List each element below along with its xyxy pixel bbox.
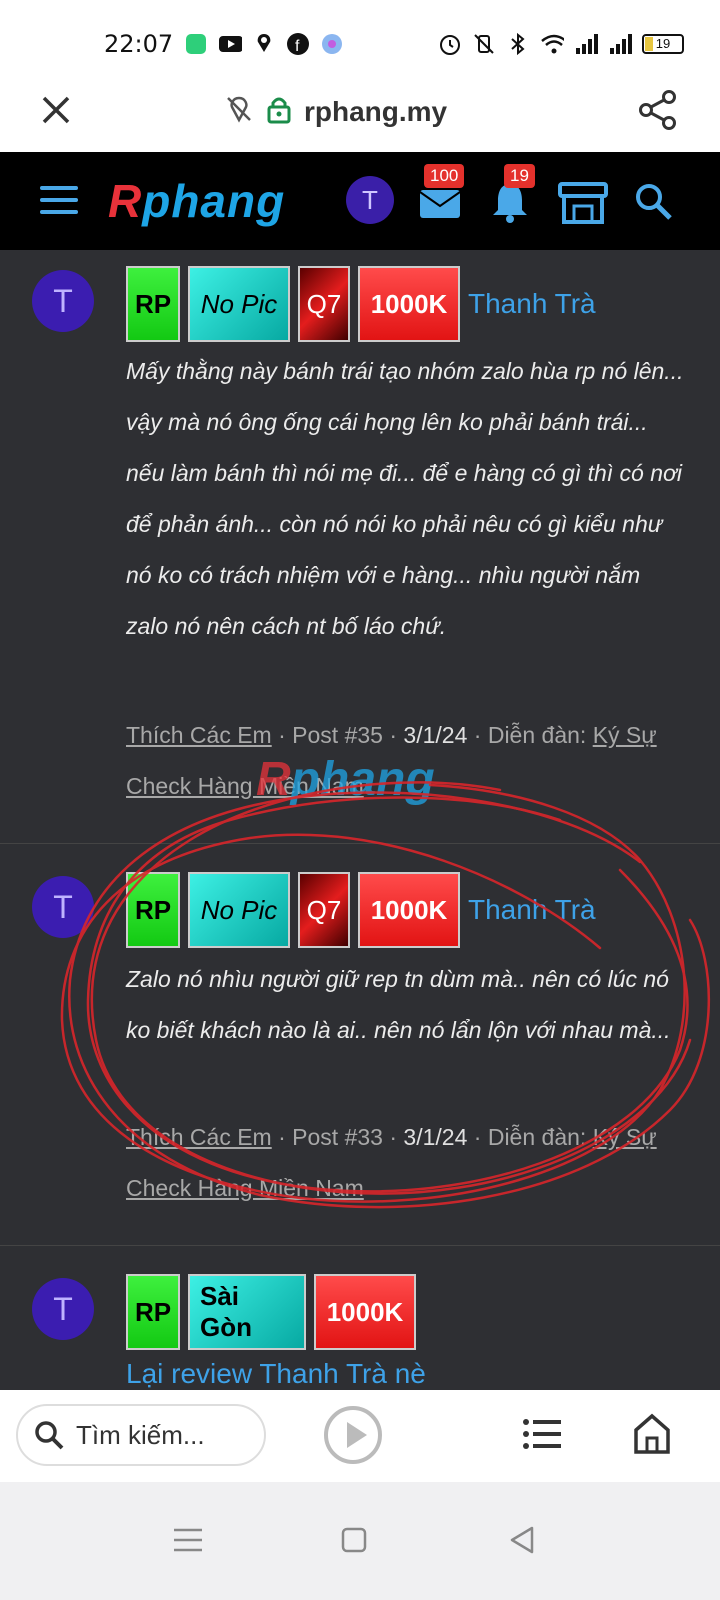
logo-text: phang — [142, 175, 286, 227]
tag-badge[interactable]: RP — [126, 266, 180, 342]
tag-badge[interactable]: 1000K — [358, 266, 460, 342]
status-left-icons: f — [184, 32, 344, 56]
notifications-button[interactable]: 19 — [488, 164, 535, 224]
watermark-text: phang — [290, 753, 435, 806]
watermark-letter: R — [256, 753, 291, 806]
avatar[interactable]: T — [32, 876, 94, 938]
app-icon — [184, 32, 208, 56]
list-item[interactable]: T RP Sài Gòn 1000K Lại review Thanh Trà … — [0, 1246, 720, 1390]
search-icon[interactable] — [632, 180, 676, 224]
avatar[interactable]: T — [32, 1278, 94, 1340]
browser-bottom-bar: Tìm kiếm... — [0, 1390, 720, 1482]
svg-text:f: f — [295, 38, 300, 55]
post-body: Mấy thằng này bánh trái tạo nhóm zalo hù… — [126, 358, 684, 639]
recent-apps-icon[interactable] — [168, 1520, 208, 1560]
signal-icon — [608, 32, 632, 56]
site-header: Rphang T 100 19 — [0, 152, 720, 250]
signal-icon — [574, 32, 598, 56]
home-icon[interactable] — [632, 1412, 672, 1456]
post-title-link[interactable]: Lại review Thanh Trà nè — [126, 1358, 426, 1390]
tag-badge[interactable]: Sài Gòn — [188, 1274, 306, 1350]
watermark-logo: Rphang — [256, 752, 435, 807]
tag-badge[interactable]: RP — [126, 872, 180, 948]
notifications-badge: 19 — [504, 164, 535, 188]
author-link[interactable]: Thích Các Em — [126, 722, 272, 748]
post-meta: Thích Các Em · Post #33 · 3/1/24 · Diễn … — [126, 1124, 657, 1201]
vibrate-icon — [472, 32, 496, 56]
system-nav-bar — [0, 1482, 720, 1600]
status-right-icons: 19 — [438, 32, 684, 56]
url-field[interactable]: rphang.my — [224, 94, 447, 129]
messages-button[interactable]: 100 — [418, 164, 465, 224]
tag-badge[interactable]: Q7 — [298, 872, 350, 948]
tag-badge[interactable]: 1000K — [314, 1274, 416, 1350]
chat-icon — [320, 32, 344, 56]
share-icon[interactable] — [636, 88, 680, 132]
list-item[interactable]: T RP No Pic Q7 1000K Thanh Trà Zalo nó n… — [0, 844, 720, 1246]
tag-badge[interactable]: No Pic — [188, 266, 290, 342]
tag-badge[interactable]: No Pic — [188, 872, 290, 948]
search-input[interactable]: Tìm kiếm... — [16, 1404, 266, 1466]
messages-badge: 100 — [424, 164, 465, 188]
post-tags: RP No Pic Q7 1000K Thanh Trà — [126, 266, 686, 342]
youtube-icon — [218, 32, 242, 56]
play-icon[interactable] — [324, 1406, 382, 1464]
forum-label: Diễn đàn: — [487, 722, 587, 748]
forum-label: Diễn đàn: — [487, 1124, 587, 1150]
tag-badge[interactable]: 1000K — [358, 872, 460, 948]
store-icon[interactable] — [556, 180, 610, 224]
tag-badge[interactable]: Q7 — [298, 266, 350, 342]
wifi-icon — [540, 32, 564, 56]
list-icon[interactable] — [522, 1416, 562, 1452]
search-icon — [35, 1421, 64, 1450]
home-nav-icon[interactable] — [334, 1520, 374, 1560]
avatar[interactable]: T — [32, 270, 94, 332]
location-icon — [252, 32, 276, 56]
lock-icon — [266, 94, 292, 129]
post-date: 3/1/24 — [403, 722, 468, 748]
post-tags: RP No Pic Q7 1000K Thanh Trà — [126, 872, 686, 948]
post-title-link[interactable]: Thanh Trà — [468, 288, 596, 320]
url-text: rphang.my — [304, 95, 448, 127]
user-avatar[interactable]: T — [346, 176, 394, 224]
post-date: 3/1/24 — [403, 1124, 468, 1150]
search-placeholder: Tìm kiếm... — [76, 1419, 205, 1450]
logo-letter: R — [108, 175, 143, 227]
close-icon[interactable] — [36, 90, 76, 130]
status-time: 22:07 — [104, 30, 174, 58]
author-link[interactable]: Thích Các Em — [126, 1124, 272, 1150]
back-icon[interactable] — [502, 1520, 542, 1560]
post-number: Post #33 — [292, 1124, 383, 1150]
post-title-link[interactable]: Thanh Trà — [468, 894, 596, 926]
bluetooth-icon — [506, 32, 530, 56]
battery-level: 19 — [655, 36, 671, 51]
post-number: Post #35 — [292, 722, 383, 748]
alarm-icon — [438, 32, 462, 56]
thread-list: T RP No Pic Q7 1000K Thanh Trà Mấy thằng… — [0, 250, 720, 1390]
facebook-icon: f — [286, 32, 310, 56]
post-tags: RP Sài Gòn 1000K Lại review Thanh Trà nè — [126, 1274, 686, 1390]
site-logo[interactable]: Rphang — [108, 174, 285, 228]
location-off-icon — [224, 94, 254, 129]
battery-icon: 19 — [642, 34, 684, 54]
menu-icon[interactable] — [40, 186, 78, 216]
post-body: Zalo nó nhìu người giữ rep tn dùm mà.. n… — [126, 966, 671, 1043]
tag-badge[interactable]: RP — [126, 1274, 180, 1350]
url-bar: rphang.my — [0, 72, 720, 152]
